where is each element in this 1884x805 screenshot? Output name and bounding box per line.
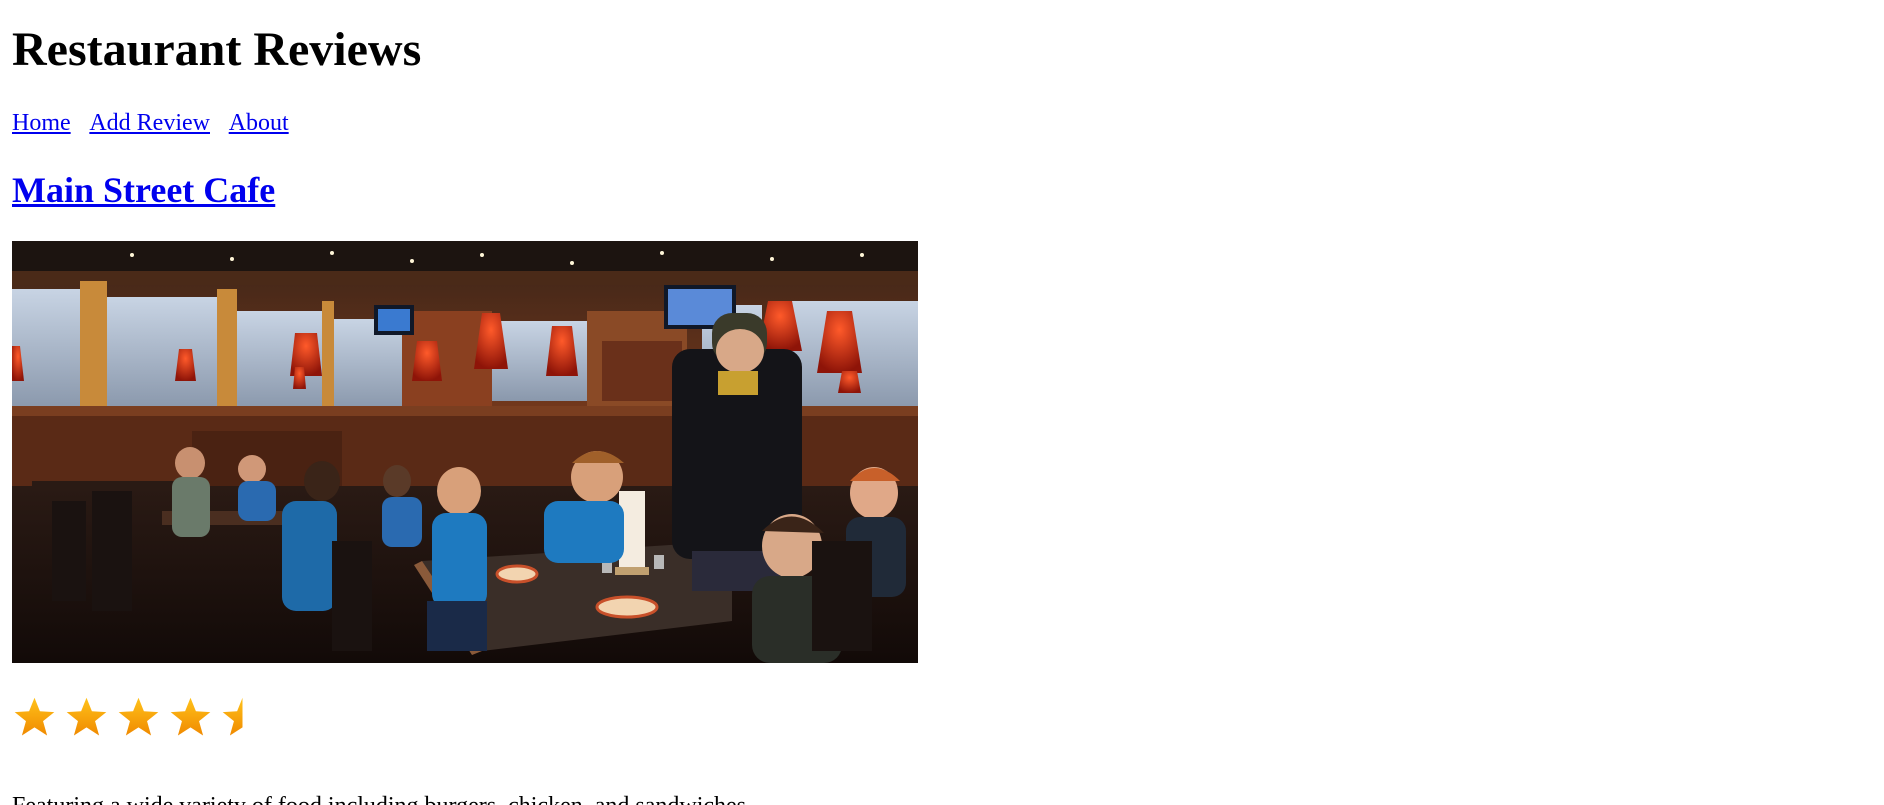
main-nav: Home Add Review About [12, 108, 303, 138]
restaurant-photo [12, 241, 918, 663]
restaurant-heading: Main Street Cafe [12, 168, 275, 212]
site-title: Restaurant Reviews [12, 23, 422, 76]
restaurant-description: Featuring a wide variety of food includi… [12, 792, 752, 805]
star-icon [66, 697, 107, 735]
star-icon [170, 697, 211, 735]
nav-link-home[interactable]: Home [12, 110, 71, 136]
nav-link-about[interactable]: About [229, 110, 289, 136]
star-icon [118, 697, 159, 735]
star-rating [12, 692, 272, 742]
half-star-icon [222, 697, 243, 735]
star-icon [14, 697, 55, 735]
nav-link-add-review[interactable]: Add Review [89, 110, 210, 136]
restaurant-name-link[interactable]: Main Street Cafe [12, 170, 275, 210]
